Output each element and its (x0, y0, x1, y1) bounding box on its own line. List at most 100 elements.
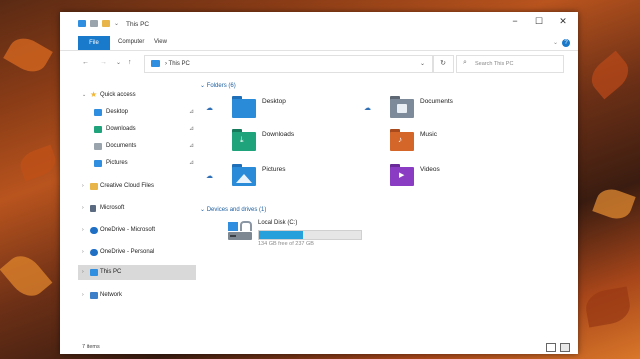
folder-desktop[interactable]: ☁ Desktop (206, 96, 356, 122)
recent-locations-button[interactable]: ⌄ (116, 59, 121, 66)
up-button[interactable]: ↑ (128, 59, 132, 66)
nav-item-label: Quick access (100, 92, 136, 98)
search-box[interactable]: ⌕ Search This PC (456, 55, 564, 73)
nav-item-label: OneDrive - Personal (100, 249, 155, 255)
this-pc-icon (90, 269, 98, 276)
search-input[interactable]: Search This PC (475, 61, 513, 67)
chevron-right-icon[interactable]: › (82, 249, 84, 255)
documents-icon (94, 143, 102, 150)
title-bar: ⌄ This PC − ☐ ✕ (60, 12, 578, 36)
desktop-icon (94, 109, 102, 116)
drive-local-disk-c[interactable]: Local Disk (C:) 134 GB free of 237 GB (228, 220, 368, 254)
pin-icon: ⊿ (188, 126, 194, 132)
address-dropdown-icon[interactable]: ⌄ (420, 60, 425, 67)
nav-item-label: Pictures (106, 160, 128, 166)
folder-downloads[interactable]: ⤓ Downloads (206, 129, 356, 155)
drives-group-header[interactable]: ⌄ Devices and drives (1) (200, 206, 266, 213)
expand-ribbon-icon[interactable]: ⌄ (553, 39, 558, 46)
cloud-sync-icon: ☁ (206, 173, 213, 180)
downloads-folder-icon: ⤓ (232, 129, 256, 151)
back-button[interactable]: ← (82, 59, 89, 66)
folder-label: Desktop (262, 98, 286, 105)
address-path[interactable]: › This PC (165, 61, 190, 67)
desktop-folder-icon (232, 96, 256, 118)
drive-usage-bar (258, 230, 362, 240)
folder-music[interactable]: ♪ Music (364, 129, 514, 155)
folders-group-header[interactable]: ⌄ Folders (6) (200, 82, 236, 89)
onedrive-icon (90, 249, 98, 256)
chevron-right-icon[interactable]: › (82, 183, 84, 189)
properties-icon[interactable] (90, 20, 98, 27)
pin-icon: ⊿ (188, 160, 194, 166)
onedrive-icon (90, 227, 98, 234)
nav-item-label: Desktop (106, 109, 129, 115)
nav-item-label: Microsoft (100, 205, 125, 211)
folder-documents[interactable]: ☁ Documents (364, 96, 514, 122)
folder-label: Documents (420, 98, 453, 105)
cloud-sync-icon: ☁ (364, 105, 371, 112)
quick-access-toolbar: ⌄ (78, 20, 119, 27)
music-folder-icon: ♪ (390, 129, 414, 151)
folder-label: Videos (420, 166, 440, 173)
window-title: This PC (126, 21, 150, 28)
help-icon[interactable]: ? (562, 39, 570, 47)
videos-folder-icon: ▶ (390, 164, 414, 186)
close-button[interactable]: ✕ (554, 16, 572, 27)
folder-label: Pictures (262, 166, 286, 173)
customize-toolbar-icon[interactable]: ⌄ (114, 20, 119, 27)
drive-name: Local Disk (C:) (258, 220, 298, 226)
nav-item-documents[interactable]: Documents ⊿ (78, 139, 196, 154)
minimize-button[interactable]: − (506, 16, 524, 26)
folder-videos[interactable]: ▶ Videos (364, 164, 514, 190)
nav-item-creative-cloud[interactable]: › Creative Cloud Files (78, 179, 196, 194)
folder-pictures[interactable]: ☁ Pictures (206, 164, 356, 190)
nav-item-this-pc[interactable]: › This PC (78, 265, 196, 280)
new-folder-icon[interactable] (102, 20, 110, 27)
tab-file[interactable]: File (78, 36, 110, 50)
navigation-bar: ← → ⌄ ↑ › This PC ⌄ ↻ ⌕ Search This PC (60, 52, 578, 74)
network-icon (90, 292, 98, 299)
pictures-folder-icon (232, 164, 256, 186)
this-pc-icon (78, 20, 86, 27)
file-explorer-window: ⌄ This PC − ☐ ✕ File Computer View ⌄ ? ←… (60, 12, 578, 354)
navigation-pane: ⌄ ★ Quick access Desktop ⊿ Downloads ⊿ D… (78, 82, 196, 344)
nav-item-label: OneDrive - Microsoft (100, 227, 156, 233)
chevron-down-icon[interactable]: ⌄ (82, 92, 86, 98)
hard-drive-icon (228, 220, 254, 242)
folder-label: Downloads (262, 131, 295, 138)
this-pc-icon (151, 60, 160, 67)
details-view-icon[interactable] (546, 343, 556, 352)
nav-item-microsoft[interactable]: › Microsoft (78, 201, 196, 216)
drive-usage-fill (259, 231, 304, 239)
nav-item-onedrive-microsoft[interactable]: › OneDrive - Microsoft (78, 223, 196, 238)
chevron-right-icon[interactable]: › (82, 205, 84, 211)
nav-item-desktop[interactable]: Desktop ⊿ (78, 105, 196, 120)
downloads-icon (94, 126, 102, 133)
chevron-right-icon[interactable]: › (82, 227, 84, 233)
nav-item-label: Downloads (106, 126, 136, 132)
creative-cloud-icon (90, 183, 98, 190)
nav-item-label: Documents (106, 143, 137, 149)
refresh-button[interactable]: ↻ (432, 55, 454, 73)
nav-item-downloads[interactable]: Downloads ⊿ (78, 122, 196, 137)
ribbon: File Computer View ⌄ ? (60, 36, 578, 51)
nav-item-onedrive-personal[interactable]: › OneDrive - Personal (78, 245, 196, 260)
nav-item-network[interactable]: › Network (78, 288, 196, 303)
chevron-right-icon[interactable]: › (82, 292, 84, 298)
pictures-icon (94, 160, 102, 167)
maximize-button[interactable]: ☐ (530, 16, 548, 27)
tab-computer[interactable]: Computer (118, 39, 144, 45)
status-bar: 7 items (60, 340, 578, 354)
nav-item-label: Network (100, 292, 123, 298)
chevron-right-icon[interactable]: › (82, 269, 84, 275)
nav-item-quick-access[interactable]: ⌄ ★ Quick access (78, 88, 196, 103)
nav-item-pictures[interactable]: Pictures ⊿ (78, 156, 196, 171)
tab-view[interactable]: View (154, 39, 167, 45)
drive-free-space: 134 GB free of 237 GB (258, 241, 314, 247)
large-icons-view-icon[interactable] (560, 343, 570, 352)
search-icon: ⌕ (463, 59, 467, 66)
forward-button[interactable]: → (100, 59, 107, 66)
address-bar[interactable]: › This PC ⌄ (144, 55, 434, 73)
nav-item-label: Creative Cloud Files (100, 183, 155, 189)
cloud-sync-icon: ☁ (206, 105, 213, 112)
